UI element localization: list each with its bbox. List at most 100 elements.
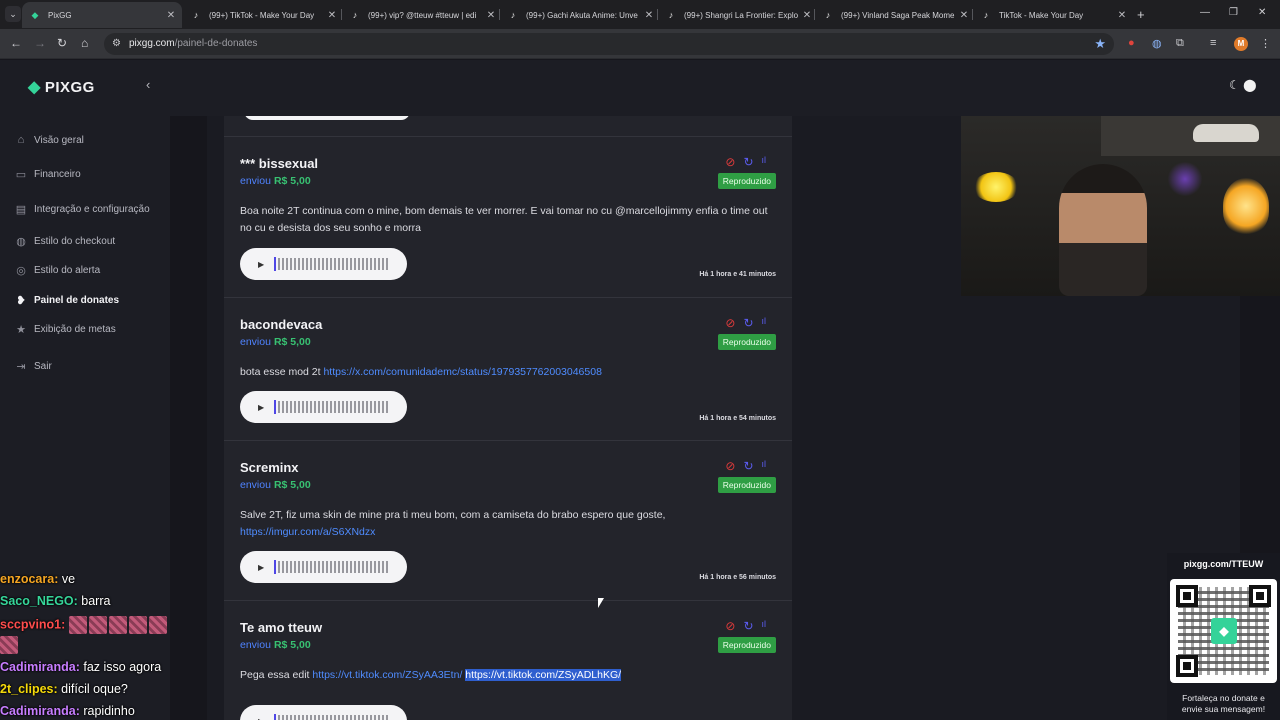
extension-red-icon[interactable]: ● xyxy=(1128,37,1135,49)
tab-2[interactable]: ♪ (99+) vip? @tteuw #tteuw | edi ✕ xyxy=(342,2,502,28)
home-button[interactable]: ⌂ xyxy=(81,36,88,50)
minimize-button[interactable]: — xyxy=(1200,7,1210,18)
block-icon[interactable]: ⊘ xyxy=(725,155,735,169)
audio-waveform xyxy=(278,715,389,720)
sidebar-item-2[interactable]: ▤ Integração e configuração xyxy=(14,203,150,216)
message-link[interactable]: https://imgur.com/a/S6XNdzx xyxy=(240,526,375,538)
donation-message: Salve 2T, fiz uma skin de mine pra ti me… xyxy=(240,507,780,541)
qr-caption-line-1: Fortaleça no donate e xyxy=(1182,693,1265,703)
tab-close-icon[interactable]: ✕ xyxy=(164,10,178,21)
audio-player[interactable]: ▶ xyxy=(240,705,407,720)
audio-player[interactable]: ▶ xyxy=(240,248,407,280)
chat-username: Cadimiranda xyxy=(0,660,76,674)
sent-verb: enviou xyxy=(240,336,271,348)
tab-title: (99+) vip? @tteuw #tteuw | edi xyxy=(368,10,477,20)
sidebar-item-label: Sair xyxy=(34,361,52,372)
chat-username: Saco_NEGO xyxy=(0,594,74,608)
tab-search-button[interactable]: ⌄ xyxy=(5,6,21,22)
sidebar-item-3[interactable]: ◍ Estilo do checkout xyxy=(14,235,115,248)
message-text: Salve 2T, fiz uma skin de mine pra ti me… xyxy=(240,509,666,521)
play-icon[interactable]: ▶ xyxy=(258,563,264,572)
collapse-sidebar-icon[interactable]: ‹ xyxy=(146,77,150,92)
play-icon[interactable]: ▶ xyxy=(258,717,264,720)
tab-close-icon[interactable]: ✕ xyxy=(800,10,814,21)
replay-icon[interactable]: ↻ xyxy=(743,316,753,330)
back-button[interactable]: ← xyxy=(10,36,22,50)
qr-donate-widget: pixgg.com/TTEUW ◆ Fortaleça no donate e … xyxy=(1167,553,1280,720)
donor-name: Screminx xyxy=(240,460,299,475)
chat-message: 2t_clipes: difícil oque? xyxy=(0,682,128,696)
tab-3[interactable]: ♪ (99+) Gachi Akuta Anime: Unve ✕ xyxy=(500,2,660,28)
chat-text: barra xyxy=(81,594,111,608)
brand-name: PIXGG xyxy=(44,78,95,96)
tab-close-icon[interactable]: ✕ xyxy=(484,10,498,21)
theme-toggle[interactable]: ☾ ⬤ xyxy=(1229,78,1257,92)
audio-wave-icon[interactable]: ıl xyxy=(762,155,767,169)
message-link[interactable]: https://x.com/comunidademc/status/197935… xyxy=(323,366,601,378)
forward-button[interactable]: → xyxy=(34,36,46,50)
maximize-button[interactable]: ❐ xyxy=(1229,7,1238,18)
sidebar-item-label: Estilo do alerta xyxy=(34,265,101,276)
tab-0[interactable]: ◆ PixGG ✕ xyxy=(22,2,182,28)
playhead xyxy=(274,400,277,414)
status-badge: Reproduzido xyxy=(717,173,776,189)
reload-button[interactable]: ↻ xyxy=(57,36,67,50)
play-icon[interactable]: ▶ xyxy=(258,260,264,269)
pixgg-logo[interactable]: ◆ PIXGG xyxy=(28,77,95,97)
audio-player[interactable]: ▶ xyxy=(240,391,407,423)
previous-audio-player[interactable] xyxy=(244,116,410,120)
sidebar-item-1[interactable]: ▭ Financeiro xyxy=(14,168,81,181)
address-bar[interactable]: ⚙ pixgg.com/painel-de-donates ★ xyxy=(104,33,1114,55)
tab-close-icon[interactable]: ✕ xyxy=(642,10,656,21)
wallet-icon: ▭ xyxy=(15,169,27,181)
tab-close-icon[interactable]: ✕ xyxy=(957,10,971,21)
replay-icon[interactable]: ↻ xyxy=(743,459,753,473)
message-text: Pega essa edit xyxy=(240,669,313,681)
sidebar-item-7[interactable]: ⇥ Sair xyxy=(14,360,52,373)
tab-separator xyxy=(657,9,658,20)
play-icon[interactable]: ▶ xyxy=(258,403,264,412)
donation-amount-line: enviou R$ 5,00 xyxy=(240,336,311,348)
chat-message: Saco_NEGO: barra xyxy=(0,594,110,608)
block-icon[interactable]: ⊘ xyxy=(725,316,735,330)
replay-icon[interactable]: ↻ xyxy=(743,155,753,169)
close-window-button[interactable]: ✕ xyxy=(1258,7,1266,18)
profile-avatar[interactable]: M xyxy=(1234,37,1248,51)
donation-amount-line: enviou R$ 5,00 xyxy=(240,639,311,651)
tab-6[interactable]: ♪ TikTok - Make Your Day ✕ xyxy=(973,2,1133,28)
audio-wave-icon[interactable]: ıl xyxy=(762,619,767,633)
sidebar-item-0[interactable]: ⌂ Visão geral xyxy=(14,134,84,146)
sidebar-item-6[interactable]: ★ Exibição de metas xyxy=(14,323,116,336)
tab-close-icon[interactable]: ✕ xyxy=(1115,10,1129,21)
bookmark-star-icon[interactable]: ★ xyxy=(1094,36,1106,52)
tab-separator xyxy=(341,9,342,20)
sent-verb: enviou xyxy=(240,479,271,491)
site-info-icon[interactable]: ⚙ xyxy=(112,38,121,49)
donation-card: bacondevaca enviou R$ 5,00 ⊘ ↻ ıl Reproduzido b… xyxy=(224,297,792,440)
block-icon[interactable]: ⊘ xyxy=(725,459,735,473)
media-control-icon[interactable]: ≡ xyxy=(1210,37,1216,49)
extension-audio-icon[interactable]: ◍ xyxy=(1152,37,1162,50)
tiktok-favicon-icon: ♪ xyxy=(510,10,516,20)
status-badge: Reproduzido xyxy=(717,334,776,350)
replay-icon[interactable]: ↻ xyxy=(743,619,753,633)
webcam-purple-light xyxy=(1167,162,1203,196)
audio-wave-icon[interactable]: ıl xyxy=(762,316,767,330)
chat-message: Cadimiranda: faz isso agora xyxy=(0,660,161,674)
tab-1[interactable]: ♪ (99+) TikTok - Make Your Day ✕ xyxy=(183,2,343,28)
tab-5[interactable]: ♪ (99+) Vinland Saga Peak Mome ✕ xyxy=(815,2,975,28)
block-icon[interactable]: ⊘ xyxy=(725,619,735,633)
new-tab-button[interactable]: + xyxy=(1137,7,1145,22)
status-badge: Reproduzido xyxy=(717,637,776,653)
tab-title: (99+) Vinland Saga Peak Mome xyxy=(841,10,955,20)
message-link[interactable]: https://vt.tiktok.com/ZSyADLhKG/ xyxy=(465,669,622,681)
message-link[interactable]: https://vt.tiktok.com/ZSyAA3Etn/ xyxy=(312,669,462,681)
sidebar-item-5[interactable]: ❥ Painel de donates xyxy=(14,294,119,307)
sidebar-item-4[interactable]: ◎ Estilo do alerta xyxy=(14,264,100,277)
tab-close-icon[interactable]: ✕ xyxy=(325,10,339,21)
audio-player[interactable]: ▶ xyxy=(240,551,407,583)
extensions-puzzle-icon[interactable]: ⧉ xyxy=(1176,37,1184,50)
audio-wave-icon[interactable]: ıl xyxy=(762,459,767,473)
tab-4[interactable]: ♪ (99+) Shangri La Frontier: Explo ✕ xyxy=(658,2,818,28)
browser-menu-icon[interactable]: ⋮ xyxy=(1260,37,1271,50)
